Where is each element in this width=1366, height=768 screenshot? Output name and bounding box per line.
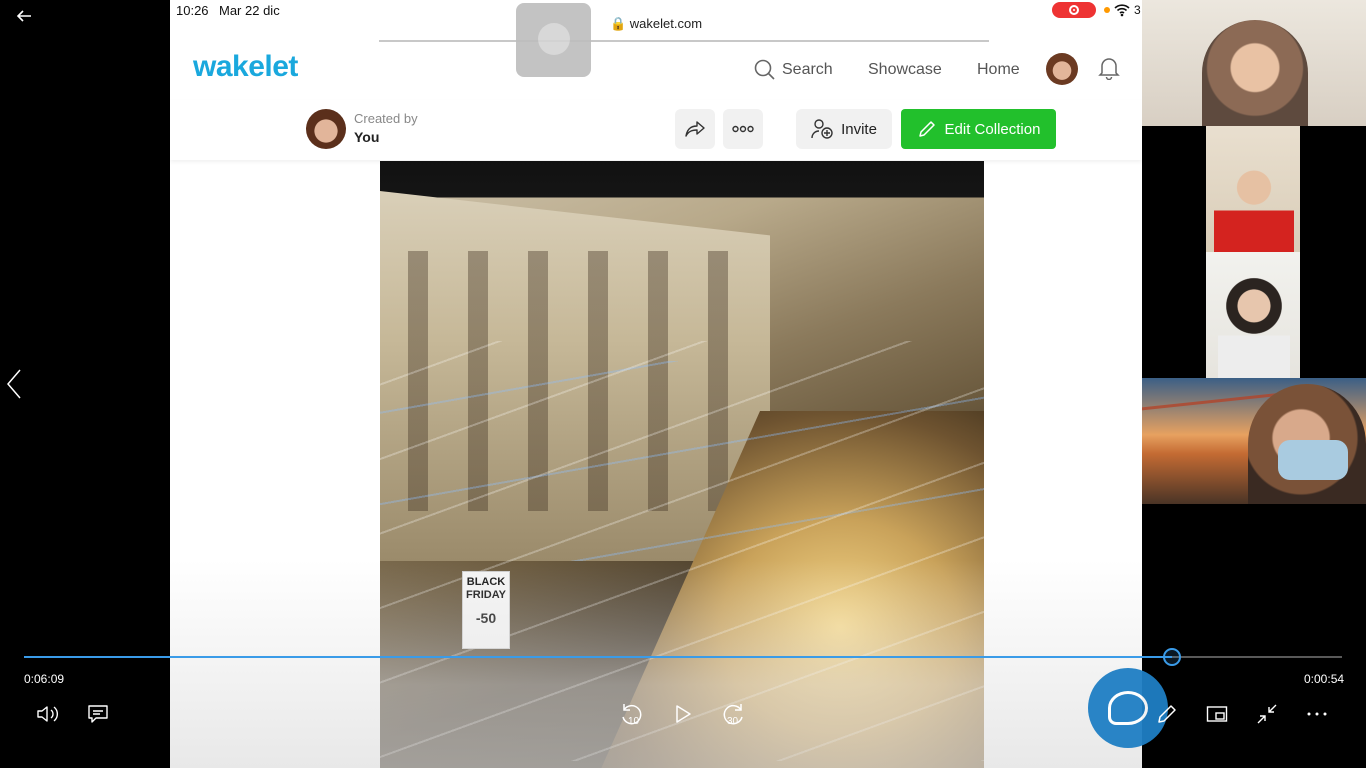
share-button[interactable] bbox=[675, 109, 715, 149]
face-mask bbox=[1278, 440, 1348, 480]
record-icon bbox=[1069, 5, 1079, 15]
seek-bar-fill bbox=[24, 656, 1172, 658]
battery-level: 3 bbox=[1134, 3, 1141, 17]
pencil-icon bbox=[918, 121, 935, 137]
collection-toolbar: Created by You Invite Edit Collection bbox=[170, 100, 1142, 160]
sign-text: BLACK FRIDAY bbox=[466, 576, 506, 601]
more-options-icon[interactable] bbox=[1301, 698, 1333, 730]
address-bar[interactable]: 🔒 wakelet.com bbox=[170, 16, 1142, 32]
miniplayer-icon[interactable] bbox=[1201, 698, 1233, 730]
wakelet-logo[interactable]: wakelet bbox=[193, 50, 298, 84]
back-arrow-icon[interactable] bbox=[10, 4, 38, 28]
volume-icon[interactable] bbox=[32, 698, 64, 730]
nav-home[interactable]: Home bbox=[977, 61, 1020, 79]
bell-icon[interactable] bbox=[1098, 56, 1120, 85]
wakelet-nav: wakelet Search Showcase Home bbox=[170, 44, 1142, 98]
chat-bubble-shape bbox=[1108, 691, 1148, 725]
participant-video-2[interactable] bbox=[1206, 126, 1300, 252]
creator-avatar bbox=[306, 109, 346, 149]
profile-avatar[interactable] bbox=[1046, 53, 1078, 85]
more-button[interactable] bbox=[723, 109, 763, 149]
black-friday-sign: BLACK FRIDAY -50 bbox=[462, 571, 510, 649]
elapsed-time: 0:06:09 bbox=[24, 672, 65, 686]
draw-icon[interactable] bbox=[1151, 698, 1183, 730]
edit-collection-label: Edit Collection bbox=[944, 120, 1041, 138]
chevron-left-icon[interactable] bbox=[4, 366, 28, 402]
share-icon bbox=[685, 121, 705, 137]
replay-10-label: 10 bbox=[628, 716, 640, 727]
participant-face bbox=[1218, 272, 1290, 378]
screen: 10:26 Mar 22 dic 3 🔒 wakelet.com wakelet… bbox=[0, 0, 1366, 768]
participant-face bbox=[1202, 20, 1308, 126]
shared-screen: 10:26 Mar 22 dic 3 🔒 wakelet.com wakelet… bbox=[170, 0, 1142, 768]
lock-icon: 🔒 bbox=[609, 16, 627, 31]
remaining-time: 0:00:54 bbox=[1304, 672, 1345, 686]
created-by-label: Created by bbox=[354, 111, 418, 126]
replay-10-icon[interactable]: 10 bbox=[616, 698, 648, 730]
participant-video-3[interactable] bbox=[1206, 252, 1300, 378]
nav-search-label: Search bbox=[782, 61, 833, 78]
creator-name: You bbox=[354, 129, 380, 145]
mic-in-use-dot bbox=[1104, 7, 1110, 13]
add-user-icon bbox=[811, 119, 833, 139]
play-icon[interactable] bbox=[667, 698, 699, 730]
sign-discount: -50 bbox=[475, 610, 497, 626]
url-text: wakelet.com bbox=[629, 16, 703, 31]
nav-search[interactable]: Search bbox=[754, 58, 833, 82]
invite-button[interactable]: Invite bbox=[796, 109, 892, 149]
participant-face bbox=[1214, 160, 1294, 252]
edit-collection-button[interactable]: Edit Collection bbox=[901, 109, 1056, 149]
participant-video-4[interactable] bbox=[1142, 378, 1366, 504]
seek-bar-thumb[interactable] bbox=[1163, 648, 1181, 666]
collection-photo[interactable]: BLACK FRIDAY -50 bbox=[380, 161, 984, 768]
forward-30-label: 30 bbox=[727, 716, 739, 727]
search-icon bbox=[754, 59, 775, 80]
participant-video-1[interactable] bbox=[1142, 0, 1366, 126]
page-load-bar bbox=[379, 40, 989, 42]
exit-fullscreen-icon[interactable] bbox=[1251, 698, 1283, 730]
invite-label: Invite bbox=[841, 120, 877, 138]
nav-showcase[interactable]: Showcase bbox=[868, 61, 942, 79]
more-icon bbox=[732, 125, 754, 133]
forward-30-icon[interactable]: 30 bbox=[717, 698, 749, 730]
captions-icon[interactable] bbox=[82, 698, 114, 730]
